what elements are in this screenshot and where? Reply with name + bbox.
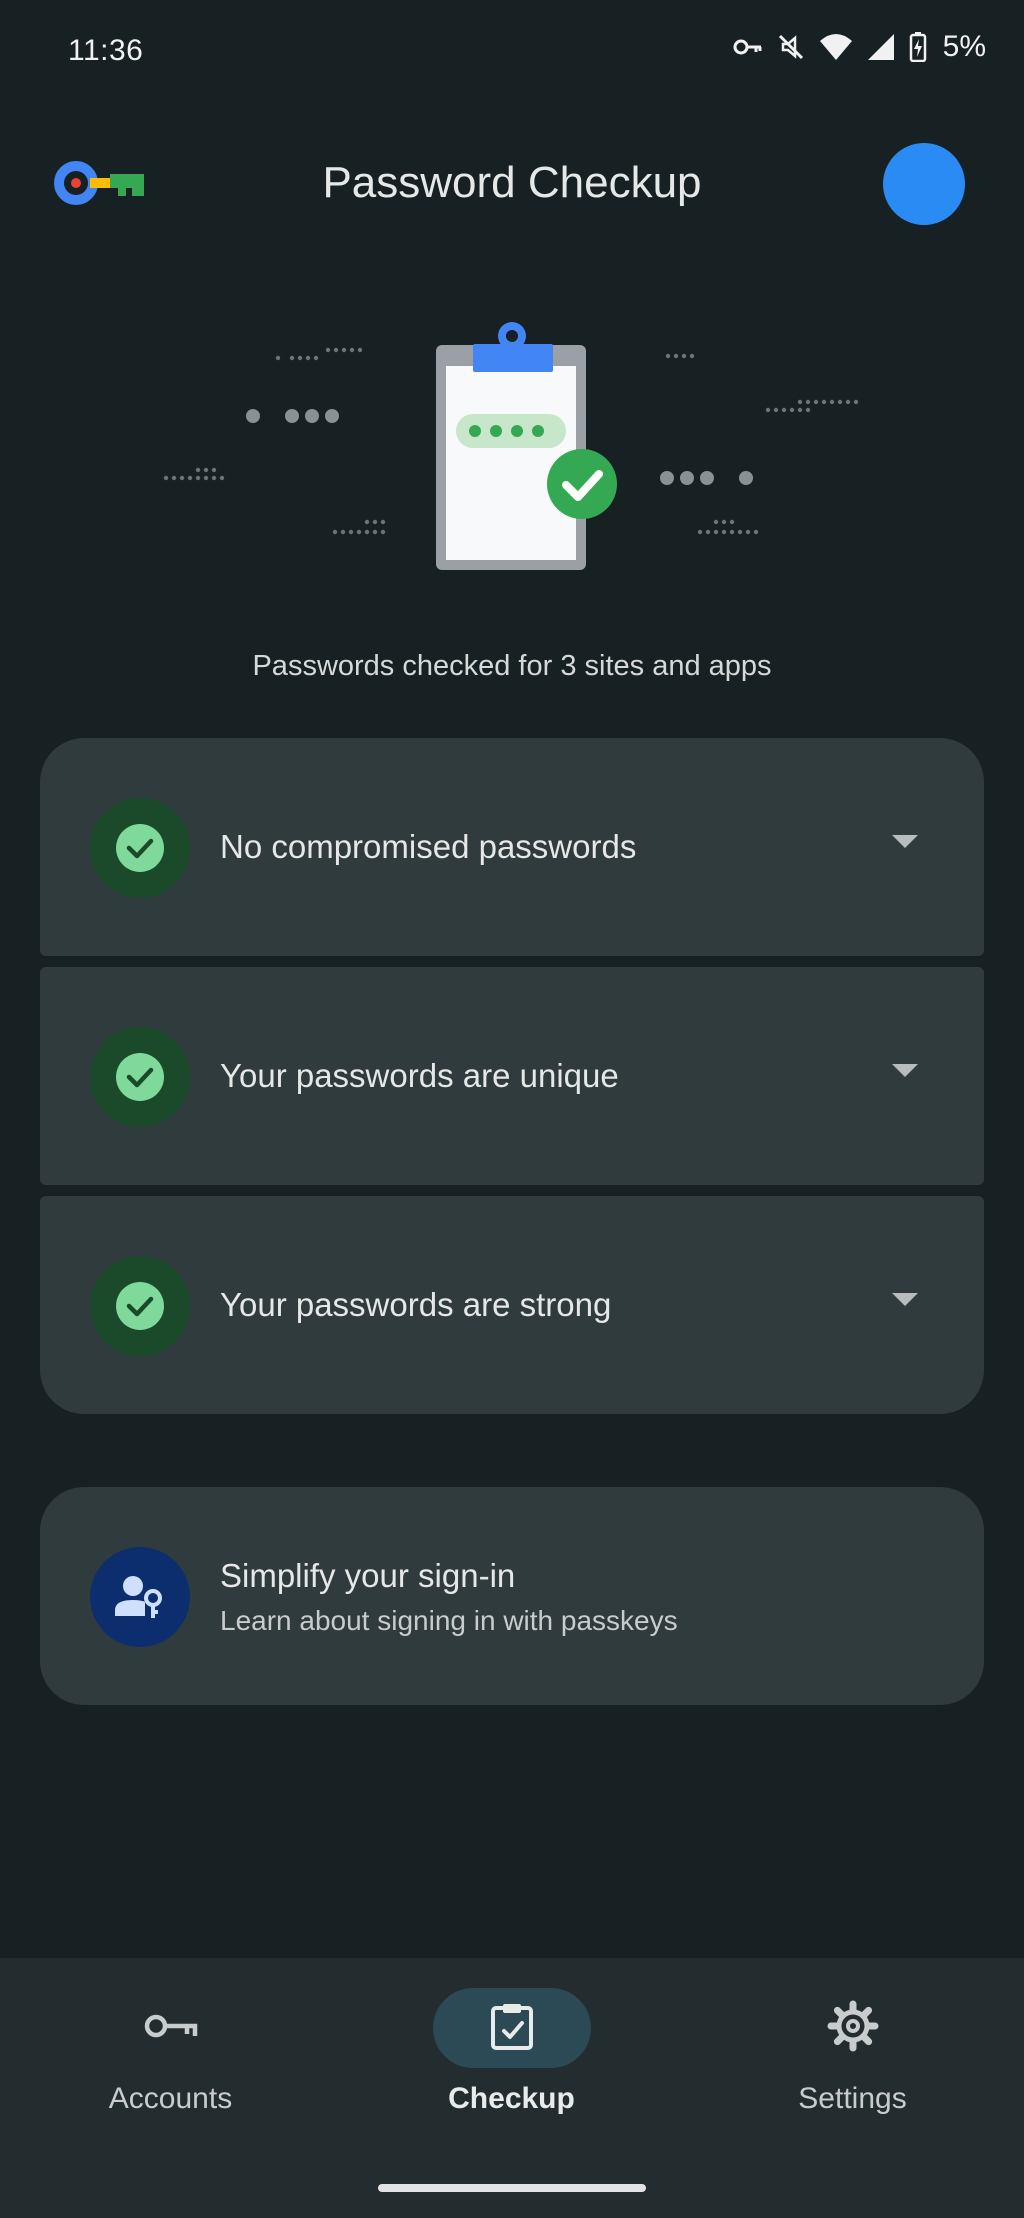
nav-checkup[interactable]: Checkup (341, 1988, 682, 2128)
check-label: No compromised passwords (220, 828, 637, 865)
nav-label: Accounts (108, 2082, 233, 2115)
check-label: Your passwords are unique (220, 1057, 619, 1094)
key-icon (143, 2010, 199, 2047)
battery-percent: 5% (942, 30, 986, 63)
home-indicator[interactable] (378, 2184, 646, 2192)
app-header: Password Checkup (0, 130, 1024, 240)
status-bar: 11:36 5% (0, 0, 1024, 100)
battery-charging-icon (909, 32, 927, 62)
password-checkup-screen: 11:36 5% Password Checkup Passwords chec… (0, 0, 1024, 2218)
nav-label: Settings (798, 2082, 907, 2115)
person-key-icon (90, 1547, 190, 1647)
nav-accounts[interactable]: Accounts (0, 1988, 341, 2128)
nav-settings[interactable]: Settings (682, 1988, 1023, 2128)
chevron-down-icon[interactable] (892, 1293, 918, 1312)
check-compromised[interactable]: No compromised passwords (40, 738, 984, 956)
mute-icon (777, 32, 805, 62)
status-icons: 5% (733, 30, 986, 64)
vpn-key-icon (733, 37, 763, 57)
passkey-title: Simplify your sign-in (220, 1557, 516, 1594)
checked-summary: Passwords checked for 3 sites and apps (252, 650, 772, 682)
check-circle-icon (90, 1256, 190, 1356)
check-results: No compromised passwords Your passwords … (40, 738, 984, 1414)
checkup-illustration (150, 310, 870, 590)
passkey-promo-card[interactable]: Simplify your sign-in Learn about signin… (40, 1487, 984, 1705)
signal-icon (867, 33, 895, 61)
page-title: Password Checkup (322, 158, 702, 207)
passkey-subtitle: Learn about signing in with passkeys (220, 1605, 678, 1636)
wifi-icon (819, 33, 853, 61)
account-avatar[interactable] (883, 143, 965, 225)
bottom-navigation: Accounts Checkup Settings (0, 1958, 1024, 2218)
check-circle-icon (90, 798, 190, 898)
nav-label: Checkup (448, 2082, 575, 2115)
clipboard-check-icon (490, 2001, 534, 2056)
chevron-down-icon[interactable] (892, 1064, 918, 1083)
gear-icon (827, 2000, 879, 2057)
chevron-down-icon[interactable] (892, 835, 918, 854)
check-strong[interactable]: Your passwords are strong (40, 1196, 984, 1414)
check-circle-icon (90, 1027, 190, 1127)
check-unique[interactable]: Your passwords are unique (40, 967, 984, 1185)
status-time: 11:36 (68, 34, 144, 67)
check-label: Your passwords are strong (220, 1286, 612, 1323)
